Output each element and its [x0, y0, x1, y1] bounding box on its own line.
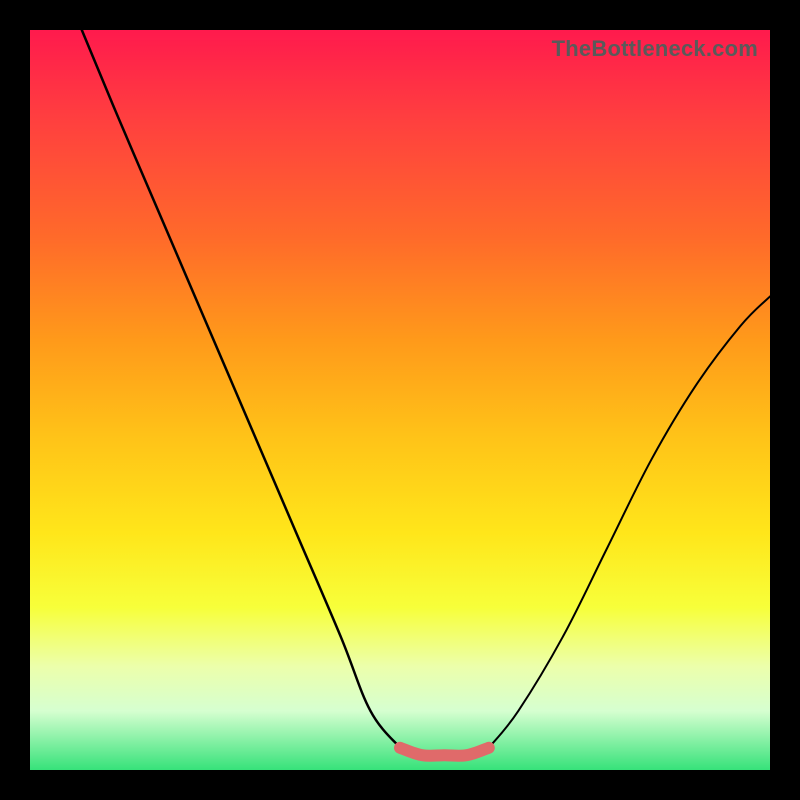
left-curve — [82, 30, 400, 748]
chart-frame: TheBottleneck.com — [0, 0, 800, 800]
bottom-band — [400, 748, 489, 756]
plot-area: TheBottleneck.com — [30, 30, 770, 770]
right-curve — [489, 296, 770, 747]
curve-layer — [30, 30, 770, 770]
